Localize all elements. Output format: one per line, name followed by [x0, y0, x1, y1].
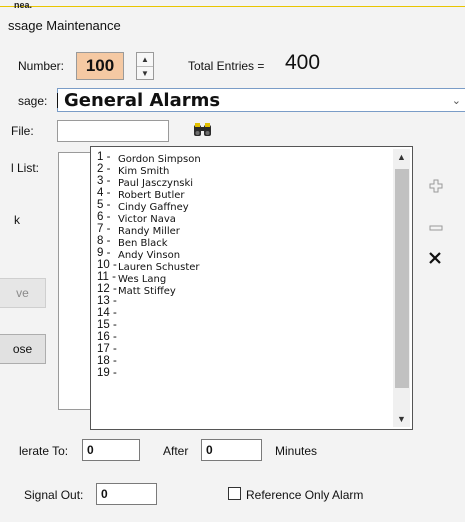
list-item[interactable]: 2 - Kim Smith — [91, 163, 391, 177]
chevron-up-icon[interactable]: ▲ — [137, 53, 153, 67]
list-item-number: 19 - — [97, 367, 117, 379]
total-entries-value: 400 — [285, 51, 321, 74]
list-item-number: 12 - — [97, 283, 117, 295]
reference-only-checkbox[interactable] — [228, 487, 241, 500]
minutes-label: Minutes — [275, 444, 318, 458]
number-label: Number: — [18, 59, 65, 73]
file-label: File: — [11, 124, 34, 138]
message-select[interactable]: General Alarms ⌄ — [57, 88, 465, 112]
plus-icon[interactable] — [428, 178, 444, 199]
move-button[interactable]: ve — [0, 278, 46, 308]
top-strip-text: nea. — [14, 0, 33, 10]
reference-only-label: Reference Only Alarm — [246, 488, 364, 502]
list-item[interactable]: 8 - Ben Black — [91, 235, 391, 249]
list-item[interactable]: 17 - — [91, 343, 391, 355]
list-item-number: 6 - — [97, 211, 111, 223]
signal-out-field[interactable]: 0 — [96, 483, 157, 505]
chevron-down-icon[interactable]: ▼ — [137, 67, 153, 80]
list-item-number: 2 - — [97, 163, 111, 175]
scrollbar-thumb[interactable] — [395, 169, 409, 388]
number-field[interactable]: 100 — [76, 52, 124, 80]
list-item[interactable]: 13 - — [91, 295, 391, 307]
list-item-number: 7 - — [97, 223, 111, 235]
list-item[interactable]: 10 - Lauren Schuster — [91, 259, 391, 273]
list-item-number: 9 - — [97, 247, 111, 259]
scroll-up-icon[interactable]: ▲ — [393, 150, 410, 164]
list-item[interactable]: 18 - — [91, 355, 391, 367]
close-button[interactable]: ose — [0, 334, 46, 364]
x-icon[interactable] — [427, 250, 443, 271]
list-item[interactable]: 5 - Cindy Gaffney — [91, 199, 391, 213]
vertical-scrollbar[interactable]: ▲ ▼ — [393, 149, 410, 427]
after-label: After — [163, 444, 189, 458]
after-minutes-field[interactable]: 0 — [201, 439, 262, 461]
list-item-number: 15 - — [97, 319, 117, 331]
list-item-number: 17 - — [97, 343, 117, 355]
list-item-number: 4 - — [97, 187, 111, 199]
contact-dropdown-list[interactable]: 1 - Gordon Simpson 2 - Kim Smith 3 - Paul Jas… — [90, 146, 413, 430]
list-item[interactable]: 4 - Robert Butler — [91, 187, 391, 201]
binoculars-icon[interactable] — [192, 121, 214, 141]
window-title: ssage Maintenance — [8, 18, 121, 33]
list-item[interactable]: 6 - Victor Nava — [91, 211, 391, 225]
list-item-number: 3 - — [97, 175, 111, 187]
escalate-to-field[interactable]: 0 — [82, 439, 140, 461]
list-item[interactable]: 15 - — [91, 319, 391, 331]
list-label: l List: — [11, 161, 40, 175]
escalate-label: lerate To: — [19, 444, 69, 458]
total-entries-label: Total Entries = — [188, 59, 265, 73]
list-item-number: 14 - — [97, 307, 117, 319]
text-caret — [57, 93, 58, 108]
list-item-number: 11 - — [97, 271, 116, 283]
signal-out-label: Signal Out: — [24, 488, 84, 502]
dropdown-rows: 1 - Gordon Simpson 2 - Kim Smith 3 - Paul Jas… — [91, 151, 391, 379]
message-select-value: General Alarms — [64, 90, 221, 111]
list-item[interactable]: 7 - Randy Miller — [91, 223, 391, 237]
list-item[interactable]: 11 - Wes Lang — [91, 271, 391, 285]
file-input[interactable] — [57, 120, 169, 142]
list-item[interactable]: 3 - Paul Jasczynski — [91, 175, 391, 189]
list-item[interactable]: 12 - Matt Stiffey — [91, 283, 391, 297]
list-item-number: 13 - — [97, 295, 117, 307]
list-item[interactable]: 19 - — [91, 367, 391, 379]
list-item-number: 1 - — [97, 151, 111, 163]
list-item[interactable]: 9 - Andy Vinson — [91, 247, 391, 261]
minus-icon[interactable] — [428, 220, 444, 241]
list-item-number: 16 - — [97, 331, 117, 343]
list-item-number: 10 - — [97, 259, 117, 271]
scroll-down-icon[interactable]: ▼ — [393, 412, 410, 426]
list-item-number: 8 - — [97, 235, 111, 247]
chevron-down-icon[interactable]: ⌄ — [452, 94, 461, 107]
list-item[interactable]: 14 - — [91, 307, 391, 319]
list-item-number: 5 - — [97, 199, 111, 211]
number-spinner[interactable]: ▲ ▼ — [136, 52, 154, 80]
top-strip-line — [0, 6, 465, 7]
message-label: sage: — [18, 94, 48, 108]
list-item[interactable]: 1 - Gordon Simpson — [91, 151, 391, 165]
list-item-number: 18 - — [97, 355, 117, 367]
k-label: k — [14, 213, 20, 227]
list-item[interactable]: 16 - — [91, 331, 391, 343]
